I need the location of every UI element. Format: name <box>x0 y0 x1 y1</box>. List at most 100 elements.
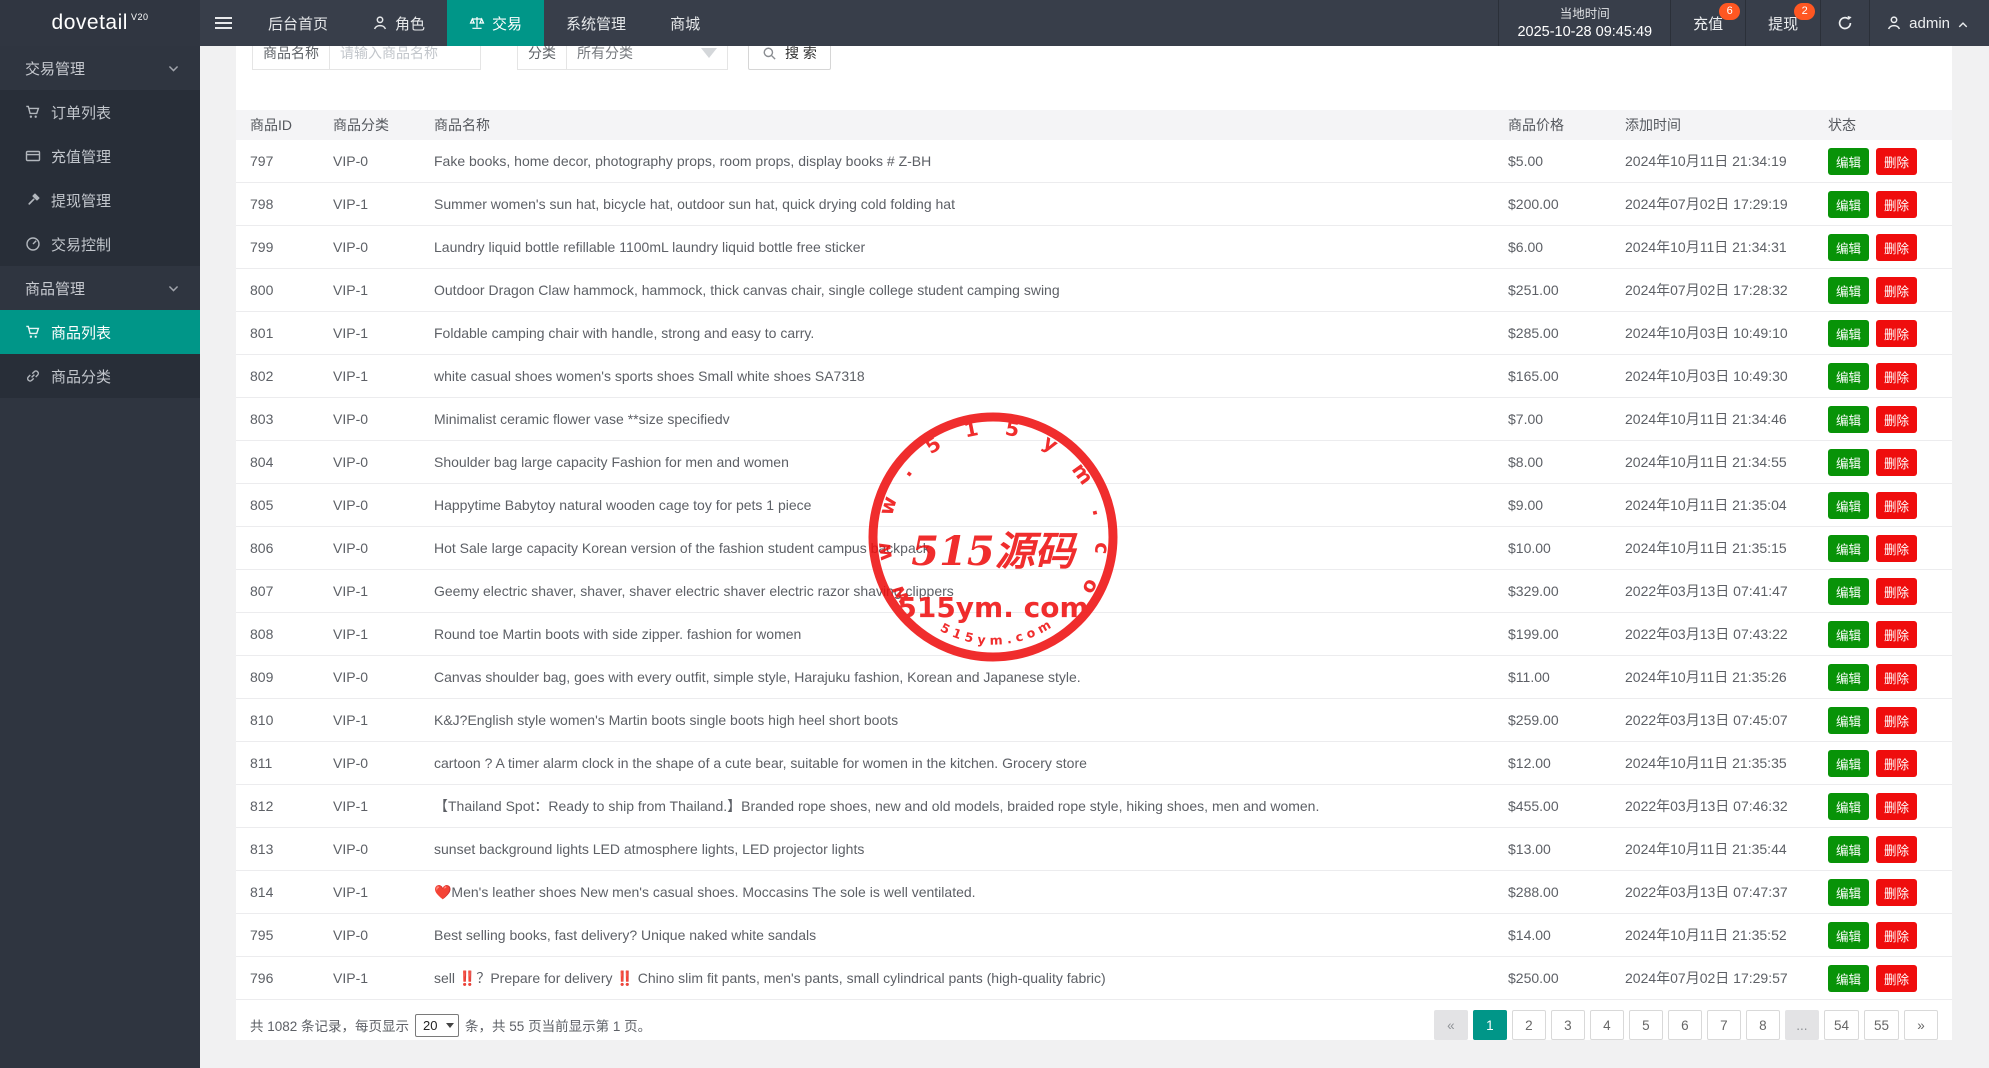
sidebar-item-label: 订单列表 <box>51 102 111 123</box>
edit-button[interactable]: 编辑 <box>1828 277 1869 304</box>
product-name-input[interactable] <box>329 46 481 70</box>
edit-button[interactable]: 编辑 <box>1828 363 1869 390</box>
cell-product-category: VIP-0 <box>333 226 434 269</box>
cell-status: 编辑删除 <box>1828 656 1952 699</box>
cell-product-id: 807 <box>236 570 333 613</box>
page-button-p1[interactable]: 1 <box>1473 1010 1507 1040</box>
delete-button[interactable]: 删除 <box>1876 148 1917 175</box>
edit-button[interactable]: 编辑 <box>1828 535 1869 562</box>
category-label: 分类 <box>517 46 567 70</box>
delete-button[interactable]: 删除 <box>1876 320 1917 347</box>
delete-button[interactable]: 删除 <box>1876 793 1917 820</box>
page-button-p3[interactable]: 3 <box>1551 1010 1585 1040</box>
edit-button[interactable]: 编辑 <box>1828 664 1869 691</box>
delete-button[interactable]: 删除 <box>1876 234 1917 261</box>
page-button-next[interactable]: » <box>1904 1010 1938 1040</box>
category-select[interactable]: 所有分类 <box>566 46 728 70</box>
nav-item-home[interactable]: 后台首页 <box>246 0 350 46</box>
refresh-button[interactable] <box>1820 0 1869 46</box>
topbar: dovetail V20 后台首页角色交易系统管理商城 当地时间 2025-10… <box>0 0 1989 46</box>
page-size-select[interactable]: 20 <box>415 1014 459 1037</box>
search-button-label: 搜 索 <box>785 46 817 63</box>
edit-button[interactable]: 编辑 <box>1828 965 1869 992</box>
cell-status: 编辑删除 <box>1828 570 1952 613</box>
edit-button[interactable]: 编辑 <box>1828 148 1869 175</box>
cell-product-name: Shoulder bag large capacity Fashion for … <box>434 441 1508 484</box>
edit-button[interactable]: 编辑 <box>1828 836 1869 863</box>
nav-item-roles[interactable]: 角色 <box>350 0 447 46</box>
delete-button[interactable]: 删除 <box>1876 750 1917 777</box>
sidebar-item-withdraw-mgmt[interactable]: 提现管理 <box>0 178 200 222</box>
delete-button[interactable]: 删除 <box>1876 578 1917 605</box>
topbar-right: 当地时间 2025-10-28 09:45:49 充值 6 提现 2 adm <box>1498 0 1989 46</box>
delete-button[interactable]: 删除 <box>1876 492 1917 519</box>
delete-button[interactable]: 删除 <box>1876 707 1917 734</box>
sidebar-group-product-mgmt[interactable]: 商品管理 <box>0 266 200 310</box>
delete-button[interactable]: 删除 <box>1876 664 1917 691</box>
page-button-p4[interactable]: 4 <box>1590 1010 1624 1040</box>
edit-button[interactable]: 编辑 <box>1828 750 1869 777</box>
col-product-name: 商品名称 <box>434 110 1508 140</box>
delete-button[interactable]: 删除 <box>1876 363 1917 390</box>
nav-item-label: 系统管理 <box>566 13 626 34</box>
edit-button[interactable]: 编辑 <box>1828 793 1869 820</box>
delete-button[interactable]: 删除 <box>1876 836 1917 863</box>
admin-menu[interactable]: admin <box>1869 0 1989 46</box>
search-button[interactable]: 搜 索 <box>748 46 831 70</box>
edit-button[interactable]: 编辑 <box>1828 191 1869 218</box>
delete-button[interactable]: 删除 <box>1876 965 1917 992</box>
page-button-p5[interactable]: 5 <box>1629 1010 1663 1040</box>
edit-button[interactable]: 编辑 <box>1828 578 1869 605</box>
delete-button[interactable]: 删除 <box>1876 535 1917 562</box>
cell-status: 编辑删除 <box>1828 527 1952 570</box>
cell-product-id: 797 <box>236 140 333 183</box>
cell-product-name: Summer women's sun hat, bicycle hat, out… <box>434 183 1508 226</box>
page-button-p7[interactable]: 7 <box>1707 1010 1741 1040</box>
delete-button[interactable]: 删除 <box>1876 621 1917 648</box>
nav-item-mall[interactable]: 商城 <box>648 0 722 46</box>
nav-item-system[interactable]: 系统管理 <box>544 0 648 46</box>
page-button-p55[interactable]: 55 <box>1864 1010 1899 1040</box>
sidebar-item-trade-control[interactable]: 交易控制 <box>0 222 200 266</box>
edit-button[interactable]: 编辑 <box>1828 234 1869 261</box>
delete-button[interactable]: 删除 <box>1876 922 1917 949</box>
cell-added-time: 2024年10月11日 21:35:35 <box>1625 742 1828 785</box>
sidebar-item-product-category[interactable]: 商品分类 <box>0 354 200 398</box>
cell-product-name: Best selling books, fast delivery? Uniqu… <box>434 914 1508 957</box>
edit-button[interactable]: 编辑 <box>1828 406 1869 433</box>
delete-button[interactable]: 删除 <box>1876 191 1917 218</box>
edit-button[interactable]: 编辑 <box>1828 922 1869 949</box>
menu-toggle-icon[interactable] <box>200 0 246 46</box>
page-button-p8[interactable]: 8 <box>1746 1010 1780 1040</box>
recharge-link[interactable]: 充值 6 <box>1670 0 1745 46</box>
table-row: 811VIP-0cartoon ? A timer alarm clock in… <box>236 742 1952 785</box>
edit-button[interactable]: 编辑 <box>1828 879 1869 906</box>
sidebar-item-order-list[interactable]: 订单列表 <box>0 90 200 134</box>
page-button-p6[interactable]: 6 <box>1668 1010 1702 1040</box>
edit-button[interactable]: 编辑 <box>1828 707 1869 734</box>
page-button-p54[interactable]: 54 <box>1824 1010 1859 1040</box>
sidebar-item-product-list[interactable]: 商品列表 <box>0 310 200 354</box>
delete-button[interactable]: 删除 <box>1876 879 1917 906</box>
cell-status: 编辑删除 <box>1828 355 1952 398</box>
cell-status: 编辑删除 <box>1828 484 1952 527</box>
edit-button[interactable]: 编辑 <box>1828 621 1869 648</box>
page-button-prev[interactable]: « <box>1434 1010 1468 1040</box>
edit-button[interactable]: 编辑 <box>1828 449 1869 476</box>
cell-product-category: VIP-1 <box>333 312 434 355</box>
delete-button[interactable]: 删除 <box>1876 449 1917 476</box>
sidebar-item-recharge-mgmt[interactable]: 充值管理 <box>0 134 200 178</box>
pagination: «12345678...5455» <box>1434 1010 1938 1040</box>
edit-button[interactable]: 编辑 <box>1828 320 1869 347</box>
chevron-up-icon <box>1957 17 1969 29</box>
nav-item-trade[interactable]: 交易 <box>447 0 544 46</box>
edit-button[interactable]: 编辑 <box>1828 492 1869 519</box>
page-button-p2[interactable]: 2 <box>1512 1010 1546 1040</box>
delete-button[interactable]: 删除 <box>1876 406 1917 433</box>
cell-product-price: $13.00 <box>1508 828 1625 871</box>
sidebar-group-trade-mgmt[interactable]: 交易管理 <box>0 46 200 90</box>
nav-item-label: 角色 <box>395 13 425 34</box>
delete-button[interactable]: 删除 <box>1876 277 1917 304</box>
withdraw-link[interactable]: 提现 2 <box>1745 0 1820 46</box>
page-button-gap[interactable]: ... <box>1785 1010 1819 1040</box>
